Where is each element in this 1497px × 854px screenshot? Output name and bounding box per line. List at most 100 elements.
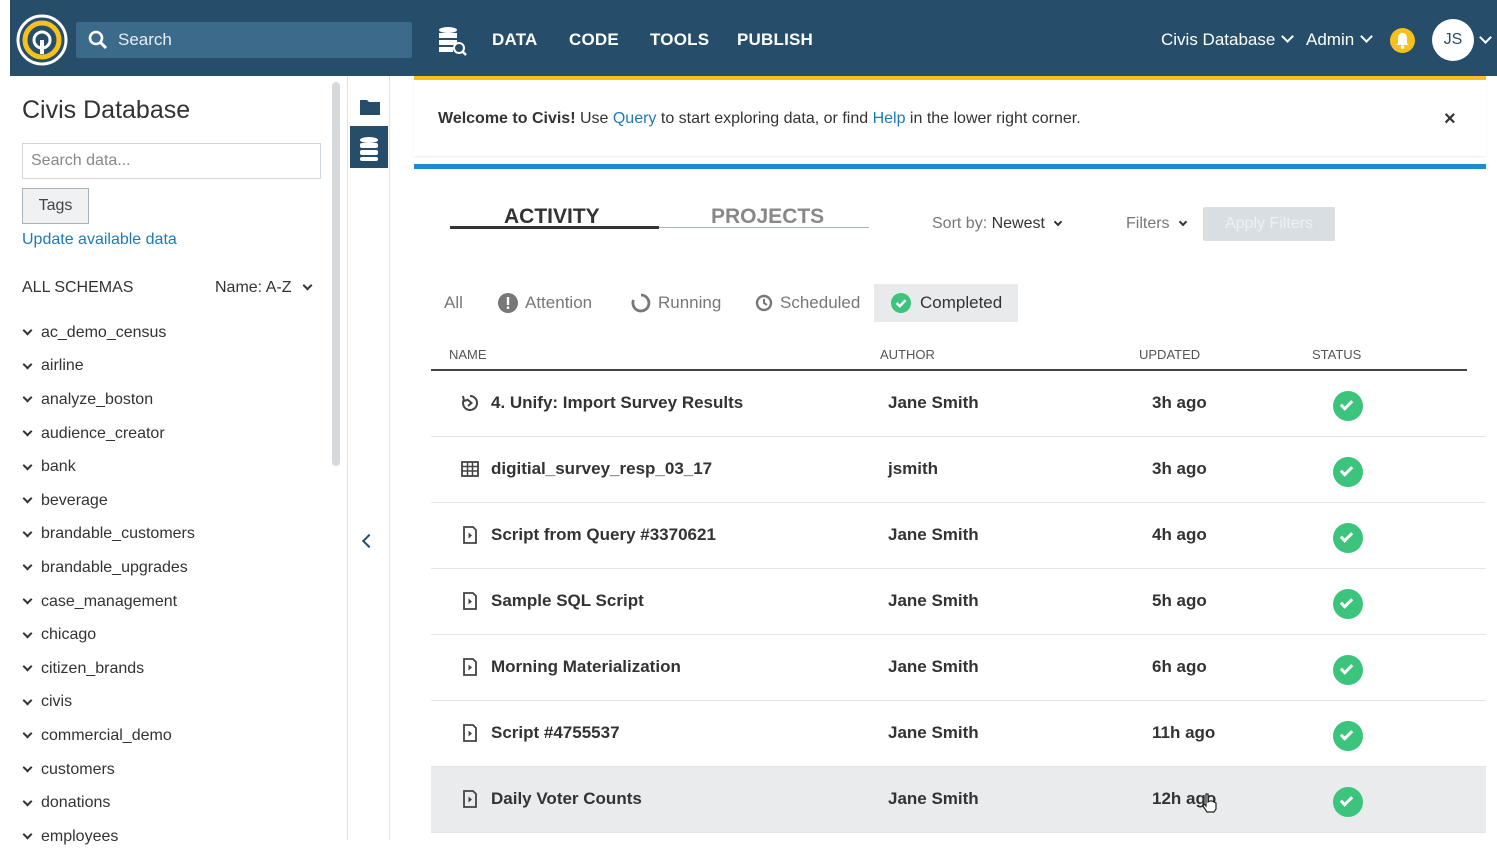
schema-item[interactable]: civis bbox=[22, 686, 195, 720]
sidebar-rail bbox=[349, 76, 390, 840]
success-status-icon bbox=[1333, 589, 1363, 619]
row-name[interactable]: 4. Unify: Import Survey Results bbox=[491, 393, 743, 413]
schema-item[interactable]: airline bbox=[22, 350, 195, 384]
update-available-data-link[interactable]: Update available data bbox=[22, 231, 177, 249]
chevron-down-icon bbox=[22, 695, 33, 706]
schema-name: beverage bbox=[41, 491, 108, 509]
subtab-label: Running bbox=[658, 293, 722, 312]
chevron-down-icon bbox=[1360, 30, 1374, 43]
active-tab-indicator bbox=[450, 226, 659, 229]
schema-item[interactable]: customers bbox=[22, 753, 195, 787]
schema-item[interactable]: case_management bbox=[22, 585, 195, 619]
chevron-down-icon bbox=[1054, 217, 1063, 227]
column-name[interactable]: NAME bbox=[449, 347, 487, 362]
filters-dropdown[interactable]: Filters bbox=[1126, 215, 1188, 233]
help-link[interactable]: Help bbox=[873, 110, 906, 127]
schema-name: case_management bbox=[41, 592, 178, 610]
table-row[interactable]: Sample SQL Script Jane Smith 5h ago bbox=[431, 569, 1486, 635]
alert-icon bbox=[498, 293, 518, 313]
subtab-scheduled[interactable]: Scheduled bbox=[754, 284, 860, 322]
subtab-attention[interactable]: Attention bbox=[497, 284, 592, 322]
schema-item[interactable]: brandable_upgrades bbox=[22, 551, 195, 585]
table-row[interactable]: Morning Materialization Jane Smith 6h ag… bbox=[431, 635, 1486, 701]
schema-item[interactable]: bank bbox=[22, 450, 195, 484]
chevron-down-icon bbox=[22, 426, 33, 437]
row-name[interactable]: Script from Query #3370621 bbox=[491, 525, 716, 545]
schema-item[interactable]: ac_demo_census bbox=[22, 316, 195, 350]
row-name[interactable]: digitial_survey_resp_03_17 bbox=[491, 459, 712, 479]
close-icon[interactable]: × bbox=[1444, 108, 1456, 131]
success-status-icon bbox=[1333, 655, 1363, 685]
schema-item[interactable]: brandable_customers bbox=[22, 518, 195, 552]
table-header: NAME AUTHOR UPDATED STATUS bbox=[431, 345, 1467, 371]
row-updated: 5h ago bbox=[1152, 591, 1207, 610]
subtab-all[interactable]: All bbox=[444, 284, 463, 322]
sidebar-scrollbar[interactable] bbox=[332, 82, 340, 466]
success-status-icon bbox=[1333, 391, 1363, 421]
folder-icon[interactable] bbox=[359, 98, 381, 116]
column-status[interactable]: STATUS bbox=[1312, 347, 1361, 362]
database-search-icon[interactable] bbox=[436, 24, 468, 56]
database-selector-label: Civis Database bbox=[1161, 30, 1276, 49]
chevron-down-icon bbox=[22, 393, 33, 403]
schema-item[interactable]: analyze_boston bbox=[22, 383, 195, 417]
schema-name: analyze_boston bbox=[41, 390, 154, 408]
table-row[interactable]: 4. Unify: Import Survey Results Jane Smi… bbox=[431, 371, 1486, 437]
schema-item[interactable]: citizen_brands bbox=[22, 652, 195, 686]
schema-sort-dropdown[interactable]: Name: A-Z bbox=[215, 279, 313, 297]
chevron-down-icon bbox=[1281, 30, 1295, 43]
civis-logo-icon[interactable] bbox=[16, 14, 68, 66]
subtab-running[interactable]: Running bbox=[630, 284, 721, 322]
hand-pointer-icon bbox=[1202, 793, 1217, 813]
schema-item[interactable]: audience_creator bbox=[22, 417, 195, 451]
schema-item[interactable]: beverage bbox=[22, 484, 195, 518]
banner-text-3: in the lower right corner. bbox=[905, 110, 1081, 127]
row-name[interactable]: Morning Materialization bbox=[491, 657, 681, 677]
database-tab[interactable] bbox=[350, 126, 388, 168]
success-status-icon bbox=[1333, 457, 1363, 487]
query-link[interactable]: Query bbox=[613, 110, 657, 127]
sort-dropdown[interactable]: Sort by: Newest bbox=[932, 215, 1063, 233]
table-row[interactable]: Script #4755537 Jane Smith 11h ago bbox=[431, 701, 1486, 767]
global-search-input[interactable]: Search bbox=[76, 22, 412, 58]
table-row[interactable]: digitial_survey_resp_03_17 jsmith 3h ago bbox=[431, 437, 1486, 503]
admin-menu[interactable]: Admin bbox=[1306, 30, 1374, 50]
column-updated[interactable]: UPDATED bbox=[1139, 347, 1200, 362]
tab-projects[interactable]: PROJECTS bbox=[711, 205, 824, 229]
schema-item[interactable]: commercial_demo bbox=[22, 719, 195, 753]
chevron-down-icon[interactable] bbox=[1479, 31, 1492, 44]
notification-bell-icon[interactable] bbox=[1390, 28, 1415, 53]
schema-name: donations bbox=[41, 794, 111, 812]
collapse-sidebar-icon[interactable] bbox=[361, 533, 377, 549]
row-name[interactable]: Daily Voter Counts bbox=[491, 789, 642, 809]
column-author[interactable]: AUTHOR bbox=[880, 347, 935, 362]
user-avatar[interactable]: JS bbox=[1432, 19, 1474, 61]
schema-item[interactable]: donations bbox=[22, 786, 195, 820]
chevron-down-icon bbox=[22, 561, 33, 571]
banner-text-2: to start exploring data, or find bbox=[656, 110, 873, 127]
banner-text-1: Use bbox=[575, 110, 613, 127]
database-selector[interactable]: Civis Database bbox=[1161, 30, 1295, 50]
schema-name: brandable_customers bbox=[41, 525, 195, 543]
row-author: Jane Smith bbox=[888, 393, 979, 412]
nav-code-link[interactable]: CODE bbox=[569, 30, 619, 50]
nav-publish-link[interactable]: PUBLISH bbox=[737, 30, 813, 50]
clock-icon bbox=[755, 294, 773, 312]
chevron-down-icon bbox=[22, 661, 33, 672]
schema-item[interactable]: chicago bbox=[22, 618, 195, 652]
script-icon bbox=[463, 658, 477, 676]
chevron-down-icon bbox=[22, 493, 33, 504]
tags-button[interactable]: Tags bbox=[22, 188, 89, 224]
schema-item[interactable]: employees bbox=[22, 820, 195, 854]
script-icon bbox=[463, 526, 477, 544]
row-name[interactable]: Script #4755537 bbox=[491, 723, 620, 743]
filters-label: Filters bbox=[1126, 215, 1170, 232]
nav-tools-link[interactable]: TOOLS bbox=[650, 30, 709, 50]
apply-filters-button[interactable]: Apply Filters bbox=[1203, 207, 1335, 241]
table-row[interactable]: Script from Query #3370621 Jane Smith 4h… bbox=[431, 503, 1486, 569]
row-name[interactable]: Sample SQL Script bbox=[491, 591, 644, 611]
subtab-completed[interactable]: Completed bbox=[874, 284, 1019, 322]
search-data-input[interactable]: Search data... bbox=[22, 143, 321, 179]
nav-data-link[interactable]: DATA bbox=[492, 30, 538, 50]
table-row[interactable]: Daily Voter Counts Jane Smith 12h ago bbox=[431, 767, 1486, 833]
